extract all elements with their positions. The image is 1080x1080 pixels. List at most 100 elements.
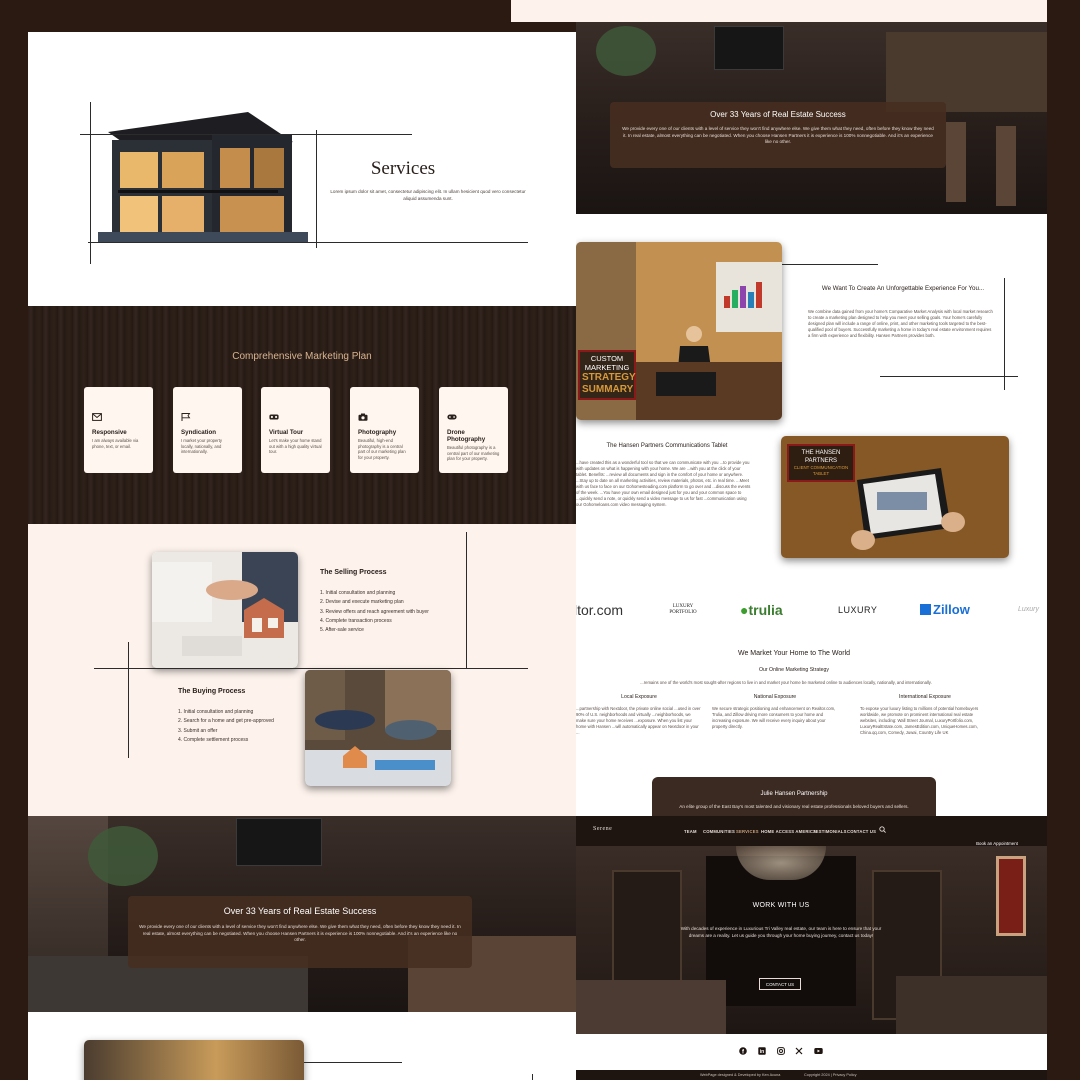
nav-item-team[interactable]: TEAM <box>684 829 697 834</box>
market-column-text: We secure strategic positioning and enha… <box>712 706 836 729</box>
x-icon[interactable] <box>795 1047 803 1055</box>
luxury-logo: LUXURY <box>838 605 878 615</box>
selling-step: 1. Initial consultation and planning <box>320 590 396 596</box>
process-section: The Selling Process 1. Initial consultat… <box>28 524 576 816</box>
facebook-icon[interactable]: f <box>739 1047 747 1055</box>
selling-step: 2. Devise and execute marketing plan <box>320 599 404 606</box>
nav-item-testimonials[interactable]: TESTIMONIALS <box>813 829 847 834</box>
market-intro: ...remains one of the world's most sough… <box>640 680 932 685</box>
card-title: Syndication <box>181 429 217 436</box>
youtube-icon[interactable] <box>814 1047 823 1055</box>
caption-line: PARTNERS <box>804 458 838 464</box>
market-column-national: National Exposure We secure strategic po… <box>712 694 838 730</box>
market-column-title: National Exposure <box>753 694 797 700</box>
tablet-title: The Hansen Partners Communications Table… <box>606 443 728 449</box>
footer-credit: WebPage designed & Developed by Ken Acun… <box>700 1073 781 1077</box>
partnership-title: Julie Hansen Partnership <box>760 791 828 797</box>
tablet-text: ...have created this as a wonderful tool… <box>576 460 751 507</box>
instagram-icon[interactable] <box>777 1047 785 1055</box>
site-logo[interactable]: Serene <box>593 826 612 832</box>
marketing-plan-section: Comprehensive Marketing Plan Responsive … <box>28 306 576 524</box>
svg-text:in: in <box>760 1049 764 1055</box>
contact-us-button[interactable]: CONTACT US <box>759 978 801 990</box>
caption-line: MARKETING <box>584 363 630 372</box>
selling-step: 4. Complete transaction process <box>320 617 392 624</box>
service-card-syndication: Syndication I market your property local… <box>173 387 242 473</box>
success-title: Over 33 Years of Real Estate Success <box>223 906 377 916</box>
caption-line: STRATEGY <box>582 372 636 383</box>
experience-text: We combine data gained from your home's … <box>808 309 993 338</box>
work-text: With decades of experience in Luxurious … <box>680 926 882 938</box>
buying-step: 2. Search for a home and get pre-approve… <box>178 718 274 725</box>
linkedin-icon[interactable]: in <box>758 1047 766 1055</box>
service-card-photography: Photography Beautiful, high-end photogra… <box>350 387 419 473</box>
card-title: Responsive <box>92 429 127 436</box>
caption-line: CUSTOM <box>590 354 624 363</box>
card-title: Photography <box>358 429 397 436</box>
envelope-icon <box>92 413 102 421</box>
service-card-virtual-tour: Virtual Tour Let's make your home stand … <box>261 387 330 473</box>
footer-copyright[interactable]: Copyright 2024 | Privacy Policy <box>804 1073 856 1077</box>
tablet-caption: THE HANSEN PARTNERS CLIENT COMMUNICATION… <box>787 444 855 482</box>
nav-item-contact-us[interactable]: CONTACT US <box>847 829 876 834</box>
card-text: Beautiful photography is a central part … <box>447 445 500 462</box>
trulia-label: trulia <box>748 602 783 618</box>
selling-step: 5. After-sale service <box>320 627 364 634</box>
zillow-logo: Zillow <box>920 602 970 617</box>
search-icon[interactable] <box>879 826 886 833</box>
market-title: We Market Your Home to The World <box>737 650 851 657</box>
drone-icon <box>447 414 457 420</box>
success-section: Over 33 Years of Real Estate Success We … <box>28 816 576 1012</box>
card-text: Beautiful, high-end photography is a cen… <box>358 438 406 460</box>
vr-headset-icon <box>269 414 279 420</box>
success-text: We provide every one of our clients with… <box>139 924 461 942</box>
services-subtitle: Lorem ipsum dolor sit amet, consectetur … <box>330 189 526 201</box>
success-text: We provide every one of our clients with… <box>622 126 934 144</box>
buying-steps: 1. Initial consultation and planning 2. … <box>178 708 274 745</box>
nav-item-services[interactable]: SERVICES <box>736 829 759 834</box>
market-column-title: International Exposure <box>899 694 951 700</box>
market-column-international: International Exposure To expose your lu… <box>860 694 990 736</box>
luxury-portfolio-logo: LUXURY PORTFOLIO <box>669 604 697 615</box>
trulia-logo: ●trulia <box>740 602 783 618</box>
nav-item-communities[interactable]: COMMUNITIES <box>703 829 735 834</box>
success-section-right: Over 33 Years of Real Estate Success We … <box>576 22 1047 214</box>
partnership-card: Julie Hansen Partnership An elite group … <box>652 777 936 816</box>
flag-icon <box>181 413 191 421</box>
realtor-logo: ltor.com <box>576 602 624 618</box>
selling-process-title: The Selling Process <box>320 569 387 576</box>
buying-step: 1. Initial consultation and planning <box>178 709 254 715</box>
house-photo <box>98 72 308 242</box>
experience-section-preview <box>28 1012 576 1080</box>
keys-photo <box>305 670 451 786</box>
buying-step: 3. Submit an offer <box>178 727 218 734</box>
market-column-local: Local Exposure ...partnership with Nextd… <box>576 694 702 736</box>
card-text: Let's make your home stand out with a hi… <box>269 438 322 455</box>
presentation-photo: CUSTOM MARKETING STRATEGY SUMMARY <box>576 242 782 420</box>
caption-line: TABLET <box>812 471 830 476</box>
work-title: WORK WITH US <box>752 902 810 909</box>
success-title: Over 33 Years of Real Estate Success <box>710 110 846 119</box>
card-title: Drone Photography <box>447 429 486 443</box>
market-column-text: To expose your luxury listing to million… <box>860 706 979 735</box>
caption-line: THE HANSEN <box>801 450 841 456</box>
work-with-us-section: WORK WITH US With decades of experience … <box>576 846 1047 1034</box>
market-column-title: Local Exposure <box>621 694 657 700</box>
partnership-text: An elite group of the East Bay's most ta… <box>679 804 909 809</box>
card-text: I am always available via phone, text, o… <box>92 438 139 449</box>
market-subtitle: Our Online Marketing Strategy <box>758 667 830 673</box>
selling-steps: 1. Initial consultation and planning 2. … <box>320 589 429 635</box>
tablet-photo: THE HANSEN PARTNERS CLIENT COMMUNICATION… <box>781 436 1009 558</box>
services-section: Services Lorem ipsum dolor sit amet, con… <box>28 32 576 306</box>
service-card-drone: Drone Photography Beautiful photography … <box>439 387 508 473</box>
buying-step: 4. Complete settlement process <box>178 736 249 743</box>
strategy-caption: CUSTOM MARKETING STRATEGY SUMMARY <box>578 350 636 400</box>
card-title: Virtual Tour <box>269 429 304 436</box>
nav-item-home-access-america[interactable]: HOME ACCESS AMERICA <box>761 829 816 834</box>
success-card-right: Over 33 Years of Real Estate Success We … <box>610 102 946 168</box>
footer-bar: WebPage designed & Developed by Ken Acun… <box>576 1070 1047 1080</box>
footer: f in <box>576 1034 1047 1070</box>
experience-title: We Want To Create An Unforgettable Exper… <box>821 285 985 292</box>
buying-process-title: The Buying Process <box>178 688 246 695</box>
service-card-responsive: Responsive I am always available via pho… <box>84 387 153 473</box>
